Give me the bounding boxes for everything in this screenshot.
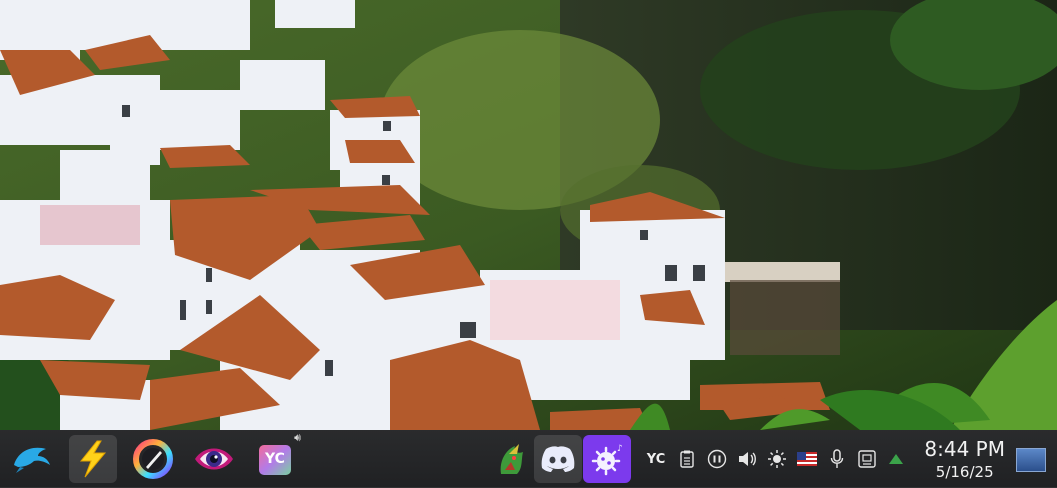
dragon-app-task[interactable] bbox=[488, 435, 536, 483]
discord-task[interactable] bbox=[534, 435, 582, 483]
digital-clock[interactable]: 8:44 PM 5/16/25 bbox=[924, 438, 1005, 482]
svg-text:♪: ♪ bbox=[617, 444, 623, 454]
up-arrow-icon bbox=[889, 454, 903, 464]
network-glyph bbox=[858, 450, 876, 468]
yc-tray-label: YC bbox=[646, 451, 666, 467]
paint-launcher[interactable] bbox=[129, 435, 177, 483]
media-glyph bbox=[707, 449, 727, 469]
dragon-app-icon bbox=[500, 444, 523, 474]
virus-app-icon: ♪ bbox=[591, 444, 623, 476]
media-icon[interactable] bbox=[706, 448, 728, 470]
microphone-icon[interactable] bbox=[826, 448, 848, 470]
audio-playing-indicator-icon: 🔊︎ bbox=[294, 431, 301, 444]
show-desktop-button[interactable] bbox=[1016, 448, 1046, 472]
lightning-icon bbox=[79, 440, 107, 478]
microphone-glyph bbox=[830, 449, 844, 468]
clipboard-icon[interactable] bbox=[676, 448, 698, 470]
eye-icon bbox=[195, 448, 233, 470]
yc-launcher-label: YC bbox=[265, 451, 285, 467]
volume-glyph bbox=[739, 452, 756, 466]
virus-app-task[interactable]: ♪ bbox=[583, 435, 631, 483]
clipboard-glyph bbox=[680, 450, 694, 468]
brightness-glyph bbox=[768, 450, 786, 468]
show-hidden-icons-button[interactable] bbox=[885, 448, 907, 470]
brightness-icon[interactable] bbox=[766, 448, 788, 470]
volume-icon[interactable] bbox=[736, 448, 758, 470]
dolphin-icon bbox=[14, 447, 50, 473]
village-photo bbox=[0, 0, 1057, 430]
paint-brush-icon bbox=[133, 439, 173, 479]
clock-time: 8:44 PM bbox=[924, 437, 1005, 461]
yc-tray-icon[interactable]: YC bbox=[645, 448, 667, 470]
network-icon[interactable] bbox=[856, 448, 878, 470]
us-flag-icon bbox=[797, 452, 817, 466]
taskbar: YC 🔊︎ ♪ YC 8:44 PM 5/16/25 bbox=[0, 430, 1057, 488]
eye-launcher[interactable] bbox=[190, 435, 238, 483]
discord-icon bbox=[541, 446, 575, 472]
desktop-wallpaper bbox=[0, 0, 1057, 430]
yc-launcher[interactable]: YC 🔊︎ bbox=[251, 431, 301, 483]
dolphin-launcher[interactable] bbox=[8, 435, 56, 483]
keyboard-layout-us-flag[interactable] bbox=[796, 448, 818, 470]
lightning-launcher[interactable] bbox=[69, 435, 117, 483]
clock-date: 5/16/25 bbox=[935, 463, 994, 481]
